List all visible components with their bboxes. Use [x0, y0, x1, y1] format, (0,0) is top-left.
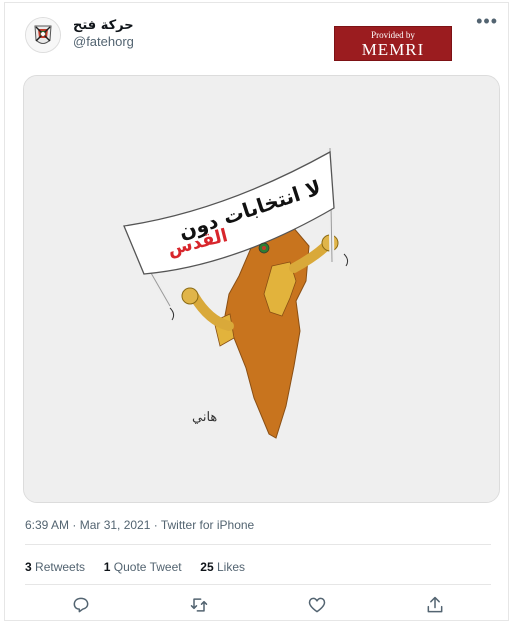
action-bar — [5, 595, 510, 617]
cartoon-image: لا انتخابات دون القدس ﻫﺎﻧﻲ — [24, 76, 499, 502]
quotes-stat[interactable]: 1 Quote Tweet — [104, 560, 182, 574]
tweet-card: حركة فتح @fatehorg ••• Provided by MEMRI… — [4, 2, 509, 621]
divider — [25, 584, 491, 585]
like-icon[interactable] — [307, 595, 327, 615]
display-name[interactable]: حركة فتح — [73, 18, 134, 33]
likes-stat[interactable]: 25 Likes — [200, 560, 245, 574]
watermark-line1: Provided by — [371, 30, 415, 40]
watermark-line2: MEMRI — [361, 40, 425, 59]
signature: ﻫﺎﻧﻲ — [192, 410, 217, 425]
share-icon[interactable] — [425, 595, 445, 615]
more-options-icon[interactable]: ••• — [476, 11, 498, 32]
memri-watermark: Provided by MEMRI — [334, 26, 452, 61]
retweets-stat[interactable]: 3 Retweets — [25, 560, 85, 574]
tweet-image[interactable]: لا انتخابات دون القدس ﻫﺎﻧﻲ — [23, 75, 500, 503]
handle[interactable]: @fatehorg — [73, 34, 134, 49]
avatar[interactable] — [25, 17, 61, 53]
tweet-timestamp[interactable]: 6:39 AM · Mar 31, 2021 · Twitter for iPh… — [25, 518, 254, 532]
engagement-stats: 3 Retweets 1 Quote Tweet 25 Likes — [25, 560, 245, 574]
reply-icon[interactable] — [71, 595, 91, 615]
retweet-icon[interactable] — [189, 595, 209, 615]
fatah-logo-icon — [26, 18, 60, 52]
divider — [25, 544, 491, 545]
